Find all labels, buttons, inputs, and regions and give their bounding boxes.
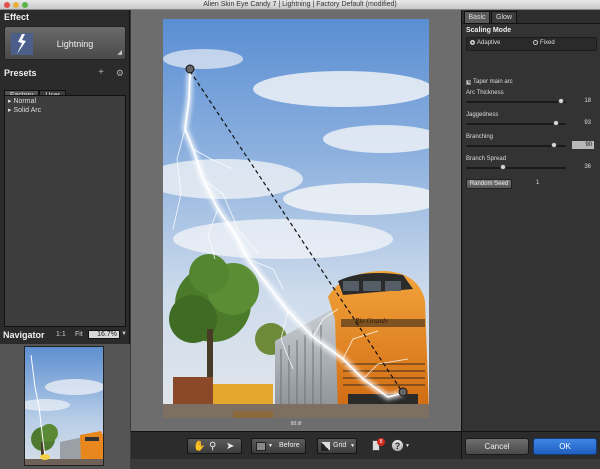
preview-canvas[interactable]: Rio Grande (163, 19, 429, 418)
dropdown-arrow-icon: ◢ (117, 50, 122, 56)
grid-label: Grid (333, 442, 347, 449)
presets-header: Presets + ⚙ (0, 67, 130, 82)
slider-label: Branching (466, 134, 494, 140)
navigator-header: Navigator 1:1 Fit 16.7% ▼ (0, 330, 130, 342)
zoom-level-field[interactable]: 16.7% (88, 330, 120, 339)
random-seed-button[interactable]: Random Seed (466, 179, 512, 189)
slider-knob[interactable] (551, 142, 557, 148)
help-icon: ? (391, 439, 404, 452)
navigator-preview-image (25, 347, 103, 465)
navigator-panel (0, 344, 130, 469)
dialog-buttons: Cancel OK (462, 431, 600, 459)
before-label: Before (279, 442, 300, 449)
slider-knob[interactable] (500, 164, 506, 170)
effect-selector-button[interactable]: Lightning ◢ (4, 26, 126, 60)
preset-options-icon[interactable]: ⚙ (116, 68, 124, 79)
pointer-tool-icon[interactable]: ➤ (226, 441, 234, 452)
image-filename: 88.tif (290, 421, 302, 427)
zoom-tool-icon[interactable]: ⚲ (209, 441, 216, 452)
radio-label: Adaptive (477, 40, 501, 46)
slider-value[interactable]: 93 (584, 120, 591, 126)
preset-tabs: FactoryUser (4, 84, 67, 101)
notifications-button[interactable]: 8 (371, 438, 385, 454)
effect-name: Lightning (56, 39, 94, 49)
checkbox-label: Taper main arc (473, 79, 513, 85)
radio-label: Fixed (540, 40, 555, 46)
tab-glow[interactable]: Glow (491, 11, 517, 23)
slider-value[interactable]: 18 (584, 98, 591, 104)
zoom-fit-button[interactable]: Fit (75, 331, 83, 338)
cancel-button[interactable]: Cancel (465, 438, 529, 455)
presets-heading: Presets (4, 68, 37, 78)
navigator-thumbnail[interactable] (24, 346, 104, 466)
slider-knob[interactable] (558, 98, 564, 104)
preset-item-solid-arc[interactable]: ▸ Solid Arc (8, 106, 122, 115)
random-seed-value[interactable]: 1 (536, 180, 539, 186)
help-button[interactable]: ? ▼ (391, 438, 411, 454)
preset-item-label: Solid Arc (13, 107, 42, 114)
dropdown-arrow-icon: ▼ (405, 443, 410, 449)
left-panel: Effect Lightning ◢ Presets + ⚙ FactoryUs… (0, 10, 130, 469)
preview-toolbar: ✋ ⚲ ➤ ▼ Before Grid ▼ 8 ? ▼ (131, 431, 461, 459)
hand-tool-icon[interactable]: ✋ (193, 441, 205, 452)
slider-value-field[interactable]: 90 (572, 141, 594, 149)
radio-unselected-icon (533, 40, 538, 45)
scaling-adaptive-radio[interactable]: Adaptive (470, 40, 500, 46)
basic-settings-pane: Scaling Mode Adaptive Fixed ✕ Taper main … (463, 23, 600, 431)
taper-main-arc-checkbox[interactable]: ✕ Taper main arc (466, 79, 513, 86)
branching-slider[interactable]: Branching 90 (466, 134, 597, 154)
settings-panel: Basic Glow Scaling Mode Adaptive Fixed ✕… (461, 10, 600, 459)
grid-toggle[interactable]: Grid ▼ (317, 438, 357, 454)
ok-button[interactable]: OK (533, 438, 597, 455)
jaggedness-slider[interactable]: Jaggedness 93 (466, 112, 597, 132)
slider-label: Jaggedness (466, 112, 499, 118)
slider-label: Branch Spread (466, 156, 507, 162)
before-toggle[interactable]: ▼ Before (251, 438, 306, 454)
slider-knob[interactable] (553, 120, 559, 126)
preview-area: Rio Grande 88.tif (131, 10, 461, 431)
scaling-mode-label: Scaling Mode (466, 27, 512, 34)
preset-list: ▸ Normal ▸ Solid Arc (4, 95, 126, 327)
preset-item-normal[interactable]: ▸ Normal (8, 97, 122, 106)
slider-track[interactable] (466, 123, 566, 125)
zoom-dropdown-icon[interactable]: ▼ (121, 331, 127, 337)
notification-badge: 8 (377, 438, 385, 446)
slider-label: Arc Thickness (466, 90, 504, 96)
lightning-icon (11, 33, 33, 55)
slider-track[interactable] (466, 167, 566, 169)
slider-value[interactable]: 36 (584, 164, 591, 170)
branch-spread-slider[interactable]: Branch Spread 36 (466, 156, 597, 176)
window-title: Alien Skin Eye Candy 7 | Lightning | Fac… (203, 1, 397, 8)
scaling-mode-group: Adaptive Fixed (466, 37, 597, 51)
slider-track[interactable] (466, 101, 566, 103)
preview-image: Rio Grande (163, 19, 429, 418)
before-swatch-icon (256, 442, 266, 451)
preset-item-label: Normal (13, 98, 37, 105)
navigator-heading: Navigator (3, 330, 45, 340)
lightning-start-handle[interactable] (185, 64, 195, 74)
scaling-fixed-radio[interactable]: Fixed (533, 40, 555, 46)
radio-selected-icon (470, 40, 475, 45)
dropdown-arrow-icon: ▼ (350, 443, 355, 449)
svg-text:Rio Grande: Rio Grande (354, 317, 388, 325)
zoom-1-to-1-button[interactable]: 1:1 (56, 331, 66, 338)
checkbox-checked-icon: ✕ (466, 80, 472, 86)
effect-heading: Effect (0, 10, 129, 24)
window-titlebar: Alien Skin Eye Candy 7 | Lightning | Fac… (0, 0, 600, 10)
lightning-end-handle[interactable] (398, 387, 408, 397)
grid-icon (321, 442, 330, 451)
add-preset-icon[interactable]: + (98, 67, 104, 78)
arc-thickness-slider[interactable]: Arc Thickness 18 (466, 90, 597, 110)
tab-basic[interactable]: Basic (464, 11, 490, 23)
tool-group: ✋ ⚲ ➤ (187, 438, 242, 454)
dropdown-arrow-icon: ▼ (268, 443, 273, 449)
